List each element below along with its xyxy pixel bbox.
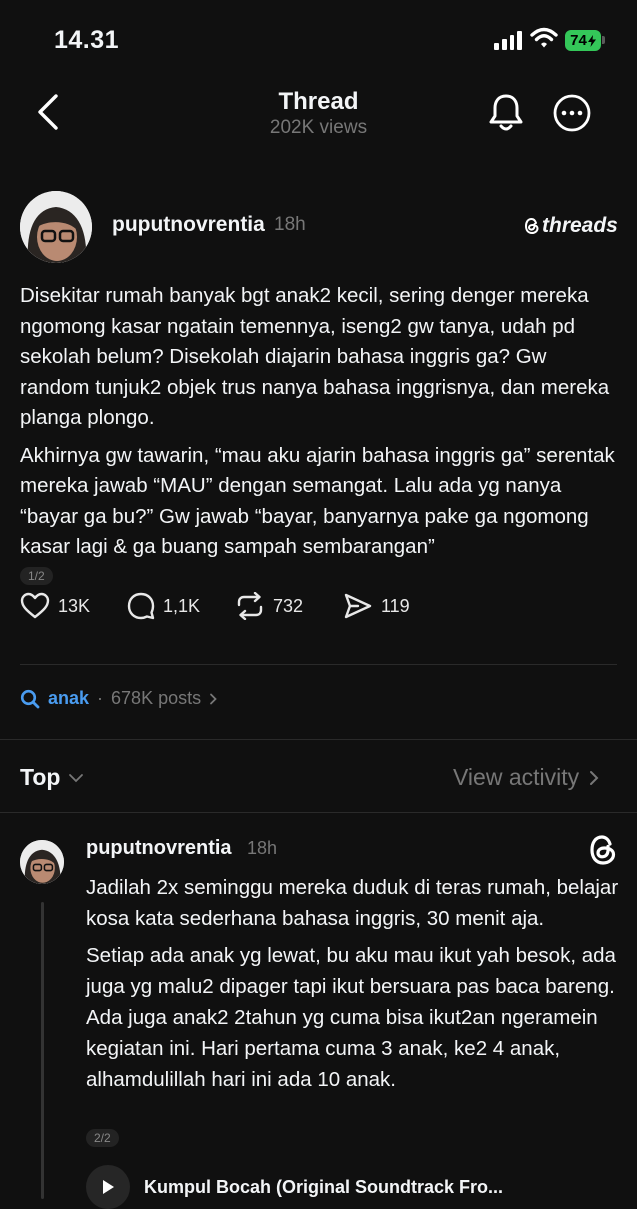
- view-activity-label: View activity: [453, 764, 580, 790]
- threads-brand: threads: [524, 214, 618, 238]
- avatar[interactable]: [20, 191, 92, 263]
- notification-bell-button[interactable]: [486, 92, 526, 134]
- reply-username[interactable]: puputnovrentia: [86, 837, 232, 860]
- post-paragraph: Akhirnya gw tawarin, “mau aku ajarin bah…: [20, 443, 615, 559]
- charging-bolt-icon: [587, 34, 596, 47]
- threads-brand-text: threads: [542, 214, 618, 237]
- topic-name: anak: [48, 688, 90, 708]
- share-button[interactable]: 119: [343, 592, 410, 620]
- threads-logo-icon: [524, 217, 539, 235]
- thread-connector-line: [41, 902, 44, 1199]
- chevron-right-icon: [590, 770, 599, 785]
- chevron-down-icon: [69, 773, 84, 782]
- like-button[interactable]: 13K: [20, 592, 90, 620]
- post-text: Disekitar rumah banyak bgt anak2 kecil, …: [20, 281, 620, 570]
- battery-cap: [602, 36, 605, 44]
- reply-text: Jadilah 2x seminggu mereka duduk di tera…: [86, 872, 620, 1101]
- comment-icon: [127, 592, 155, 620]
- reply-avatar[interactable]: [20, 840, 64, 884]
- repost-count: 732: [273, 595, 304, 616]
- sort-label: Top: [20, 764, 61, 790]
- page-indicator: 1/2: [20, 567, 53, 585]
- topic-tag[interactable]: anak · 678K posts: [20, 688, 217, 709]
- reply-count: 1,1K: [163, 595, 201, 616]
- section-divider: [0, 812, 637, 813]
- heart-icon: [20, 592, 50, 619]
- send-icon: [344, 593, 372, 619]
- cellular-signal-icon: [494, 30, 522, 50]
- post-paragraph: Disekitar rumah banyak bgt anak2 kecil, …: [20, 284, 610, 429]
- post-username[interactable]: puputnovrentia: [112, 213, 265, 237]
- page-indicator: 2/2: [86, 1129, 119, 1147]
- battery-level: 74: [570, 32, 587, 49]
- view-activity-link[interactable]: View activity: [453, 764, 599, 791]
- view-count: 202K views: [269, 117, 368, 138]
- reply-paragraph: Jadilah 2x seminggu mereka duduk di tera…: [86, 876, 619, 930]
- sort-dropdown[interactable]: Top: [20, 764, 84, 791]
- chevron-right-icon: [210, 693, 217, 704]
- play-icon: [103, 1180, 114, 1194]
- repost-icon: [237, 592, 263, 620]
- topic-separator: ·: [97, 688, 104, 708]
- status-time: 14.31: [54, 26, 120, 54]
- like-count: 13K: [58, 595, 91, 616]
- section-divider: [0, 739, 637, 740]
- repost-button[interactable]: 732: [235, 592, 303, 620]
- page-title: Thread: [278, 88, 359, 115]
- post-timestamp: 18h: [274, 214, 306, 235]
- divider: [20, 664, 617, 665]
- play-button[interactable]: [86, 1165, 130, 1209]
- more-options-button[interactable]: [552, 93, 592, 133]
- audio-title: Kumpul Bocah (Original Soundtrack Fro...: [144, 1176, 504, 1197]
- reply-timestamp: 18h: [247, 838, 278, 858]
- reply-button[interactable]: 1,1K: [127, 592, 200, 620]
- threads-logo-icon: [590, 835, 616, 865]
- topic-post-count: 678K posts: [111, 688, 202, 708]
- audio-attachment[interactable]: Kumpul Bocah (Original Soundtrack Fro...: [86, 1165, 503, 1209]
- battery-icon: 74: [565, 30, 601, 51]
- share-count: 119: [381, 595, 410, 616]
- reply-paragraph: Setiap ada anak yg lewat, bu aku mau iku…: [86, 944, 616, 1091]
- wifi-icon: [530, 27, 558, 48]
- search-icon: [20, 689, 40, 708]
